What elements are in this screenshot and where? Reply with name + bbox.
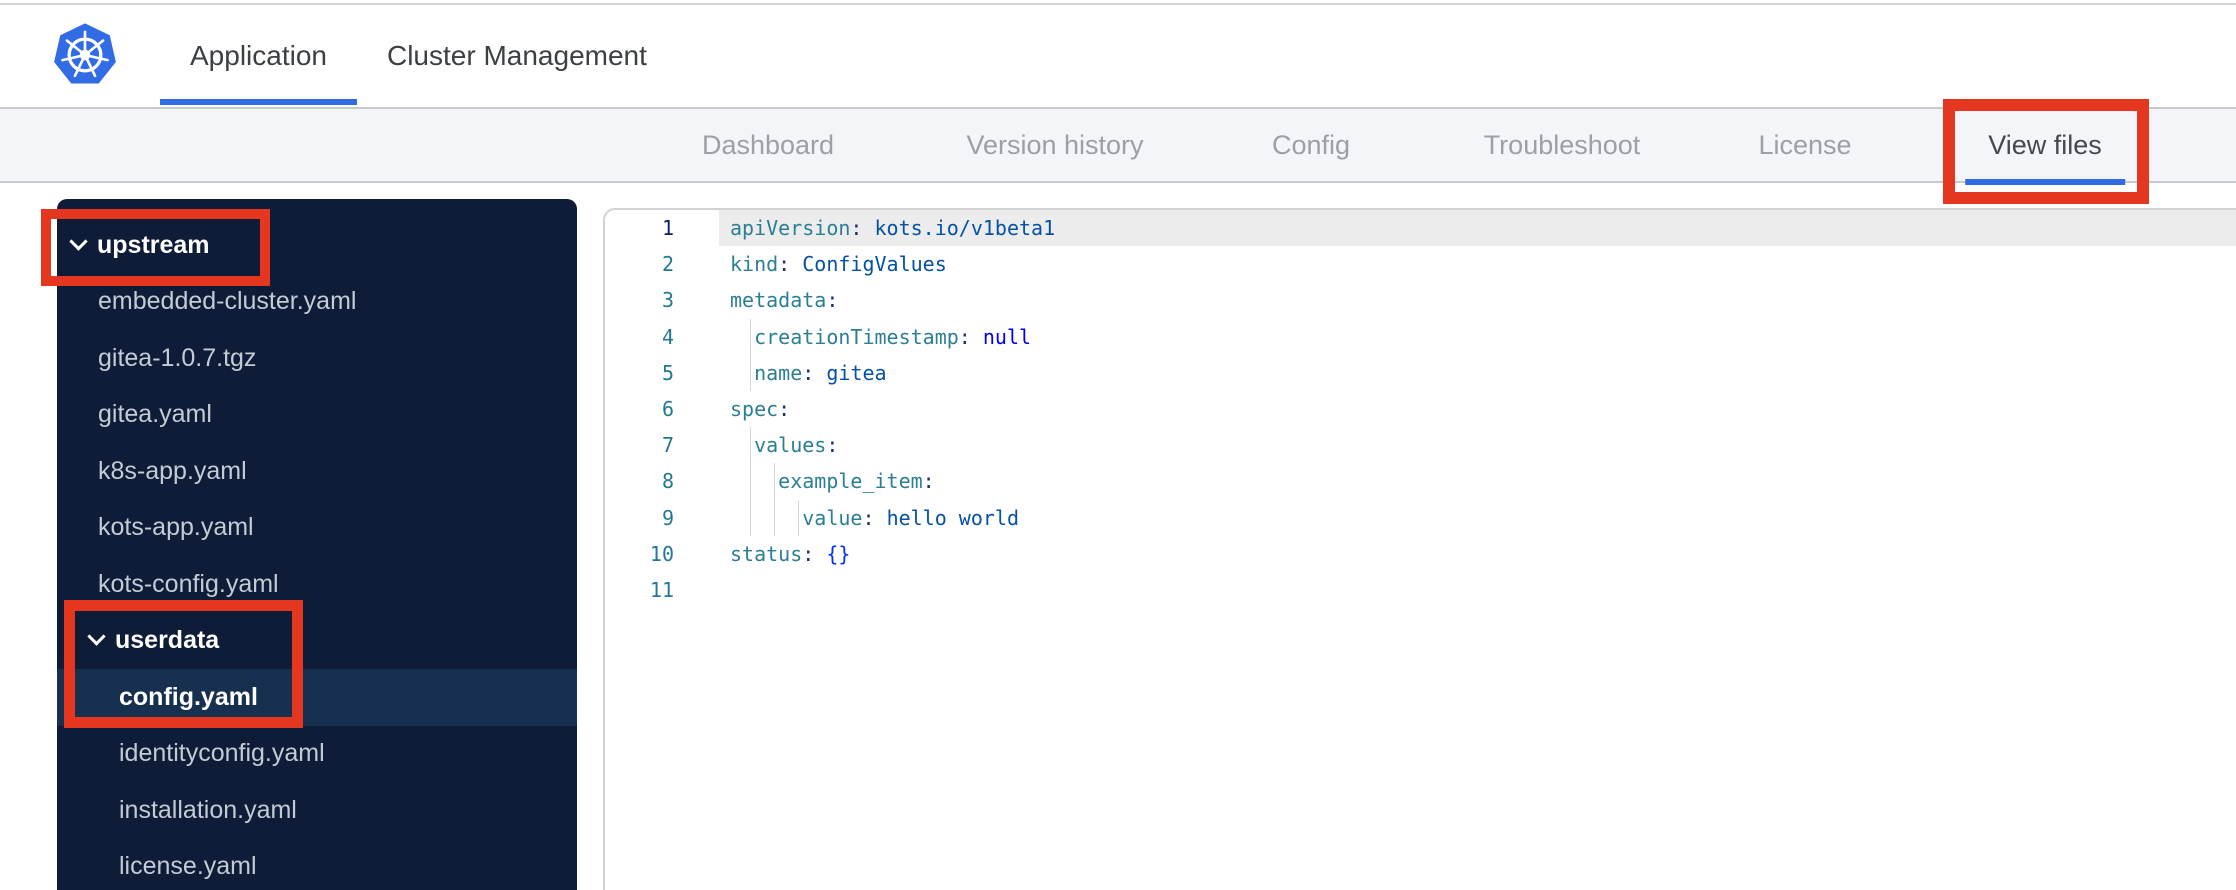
tree-item-label: upstream	[97, 230, 210, 259]
file-tree-sidebar: upstream embedded-cluster.yaml gitea-1.0.7…	[57, 199, 577, 890]
top-tab-bar: Application Cluster Management	[160, 5, 677, 107]
indent-guide	[750, 354, 751, 391]
nav-item-view-files[interactable]: View files	[1988, 109, 2102, 181]
code-text: status: {}	[730, 541, 851, 566]
folder-upstream[interactable]: upstream	[57, 217, 577, 274]
line-number: 10	[649, 541, 674, 566]
code-text: kind: ConfigValues	[730, 252, 947, 277]
file-gitea-1-0-7-tgz[interactable]: gitea-1.0.7.tgz	[57, 330, 577, 387]
code-line-9: 9 value: hello world	[605, 499, 2236, 536]
code-text: creationTimestamp: null	[719, 318, 2236, 355]
code-text: values:	[719, 427, 2236, 464]
folder-userdata[interactable]: userdata	[57, 613, 577, 670]
code-line-3: 3 metadata:	[605, 282, 2236, 318]
code-line-7: 7 values:	[605, 427, 2236, 464]
code-line-10: 10 status: {}	[605, 536, 2236, 572]
file-license-yaml[interactable]: license.yaml	[57, 839, 577, 890]
nav-item-version-history[interactable]: Version history	[966, 109, 1143, 181]
line-number: 9	[661, 505, 674, 530]
line-number: 7	[661, 433, 674, 458]
line-number: 3	[661, 288, 674, 313]
file-kots-app-yaml[interactable]: kots-app.yaml	[57, 500, 577, 557]
kubernetes-logo-icon[interactable]	[52, 20, 118, 90]
tree-item-label: identityconfig.yaml	[119, 739, 325, 768]
code-text: metadata:	[730, 288, 839, 313]
tree-item-label: config.yaml	[119, 682, 258, 711]
app-header: Application Cluster Management	[0, 5, 2236, 107]
tab-application[interactable]: Application	[160, 5, 357, 107]
line-number: 1	[661, 216, 674, 241]
indent-guide	[774, 463, 775, 500]
tree-item-label: k8s-app.yaml	[98, 456, 247, 485]
file-kots-config-yaml[interactable]: kots-config.yaml	[57, 556, 577, 613]
tree-item-label: gitea.yaml	[98, 400, 212, 429]
indent-guide	[750, 427, 751, 464]
file-config-yaml[interactable]: config.yaml	[57, 669, 577, 726]
kots-admin-console: Application Cluster Management Dashboard V…	[0, 0, 2236, 890]
file-k8s-app-yaml[interactable]: k8s-app.yaml	[57, 443, 577, 500]
code-text: value: hello world	[719, 499, 2236, 536]
indent-guide	[750, 499, 751, 536]
code-line-4: 4 creationTimestamp: null	[605, 318, 2236, 355]
nav-item-troubleshoot[interactable]: Troubleshoot	[1484, 109, 1641, 181]
file-installation-yaml[interactable]: installation.yaml	[57, 782, 577, 839]
nav-item-config[interactable]: Config	[1272, 109, 1350, 181]
line-number: 2	[661, 252, 674, 277]
code-line-11: 11	[605, 572, 2236, 608]
tree-item-label: gitea-1.0.7.tgz	[98, 343, 257, 372]
indent-guide	[750, 463, 751, 500]
file-identityconfig-yaml[interactable]: identityconfig.yaml	[57, 726, 577, 783]
file-content-editor[interactable]: 1 apiVersion: kots.io/v1beta1 2 kind: Confi…	[603, 208, 2236, 890]
code-text: example_item:	[719, 463, 2236, 500]
line-number: 11	[649, 577, 674, 602]
code-line-2: 2 kind: ConfigValues	[605, 246, 2236, 282]
tree-item-label: installation.yaml	[119, 795, 297, 824]
app-subnav: Dashboard Version history Config Troublesho…	[0, 107, 2236, 183]
tree-item-label: embedded-cluster.yaml	[98, 287, 357, 316]
tree-item-label: license.yaml	[119, 852, 257, 881]
chevron-down-icon	[69, 232, 88, 251]
indent-guide	[750, 318, 751, 355]
file-gitea-yaml[interactable]: gitea.yaml	[57, 387, 577, 444]
code-text: name: gitea	[719, 354, 2236, 391]
file-embedded-cluster-yaml[interactable]: embedded-cluster.yaml	[57, 274, 577, 331]
tab-cluster-management[interactable]: Cluster Management	[357, 5, 677, 107]
nav-item-dashboard[interactable]: Dashboard	[702, 109, 834, 181]
line-number: 4	[661, 324, 674, 349]
indent-guide	[774, 499, 775, 536]
code-line-5: 5 name: gitea	[605, 354, 2236, 391]
chevron-down-icon	[87, 627, 106, 646]
code-line-8: 8 example_item:	[605, 463, 2236, 500]
nav-item-license[interactable]: License	[1758, 109, 1851, 181]
indent-guide	[798, 499, 799, 536]
line-number: 5	[661, 360, 674, 385]
tree-item-label: userdata	[115, 626, 220, 655]
tree-item-label: kots-app.yaml	[98, 513, 254, 542]
code-text: apiVersion: kots.io/v1beta1	[719, 210, 2236, 247]
code-line-1: 1 apiVersion: kots.io/v1beta1	[605, 210, 2236, 247]
tree-item-label: kots-config.yaml	[98, 569, 279, 598]
line-number: 6	[661, 397, 674, 422]
line-number: 8	[661, 469, 674, 494]
code-line-6: 6 spec:	[605, 391, 2236, 427]
code-text: spec:	[730, 397, 791, 422]
